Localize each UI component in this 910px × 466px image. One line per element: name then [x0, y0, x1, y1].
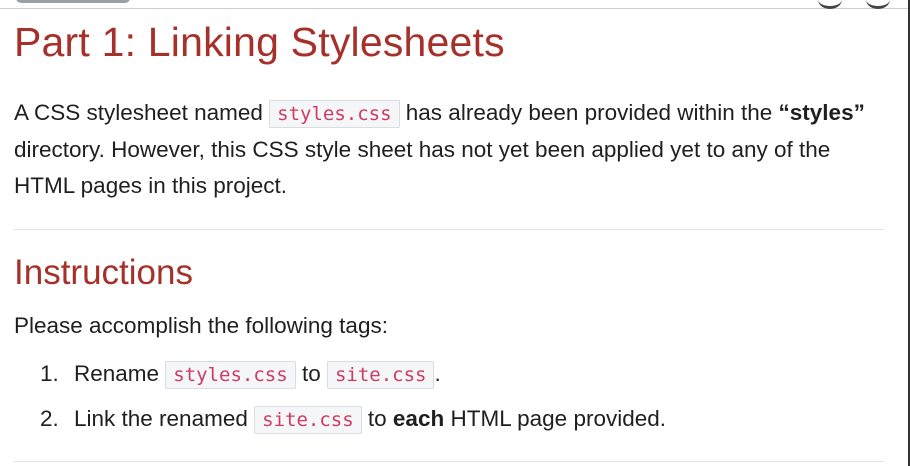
- inline-code-site-css: site.css: [254, 406, 362, 434]
- step-text: to: [295, 361, 327, 386]
- list-item: 1. Rename styles.css to site.css.: [40, 353, 666, 398]
- list-number: 2.: [40, 406, 59, 431]
- step-text: HTML page provided.: [444, 406, 666, 431]
- section-divider: [14, 461, 884, 462]
- intro-text-2: has already been provided within the: [399, 100, 779, 125]
- inline-code-styles-css: styles.css: [165, 361, 296, 389]
- list-item: 2. Link the renamed site.css to each HTML…: [40, 398, 666, 443]
- step-text: .: [434, 361, 441, 386]
- inline-code-site-css: site.css: [326, 361, 435, 389]
- step-bold-each: each: [392, 406, 445, 431]
- intro-text-1: A CSS stylesheet named: [14, 100, 270, 125]
- step-text: Link the renamed: [74, 406, 255, 431]
- section-heading-instructions: Instructions: [14, 253, 193, 292]
- top-tab-indicator: [16, 0, 130, 3]
- page-title: Part 1: Linking Stylesheets: [14, 19, 505, 65]
- intro-text-3: directory. However, this CSS style sheet…: [14, 137, 831, 198]
- section-divider: [14, 229, 884, 230]
- intro-paragraph: A CSS stylesheet named styles.css has al…: [14, 95, 884, 204]
- step-text: to: [361, 406, 393, 431]
- list-number: 1.: [40, 361, 59, 386]
- intro-bold-styles: “styles”: [778, 100, 865, 125]
- instruction-list: 1. Rename styles.css to site.css. 2. Link …: [40, 353, 666, 443]
- instructions-lead: Please accomplish the following tags:: [14, 313, 388, 338]
- top-divider: [0, 8, 910, 9]
- step-text: Rename: [74, 361, 166, 386]
- inline-code-styles-css: styles.css: [269, 100, 400, 128]
